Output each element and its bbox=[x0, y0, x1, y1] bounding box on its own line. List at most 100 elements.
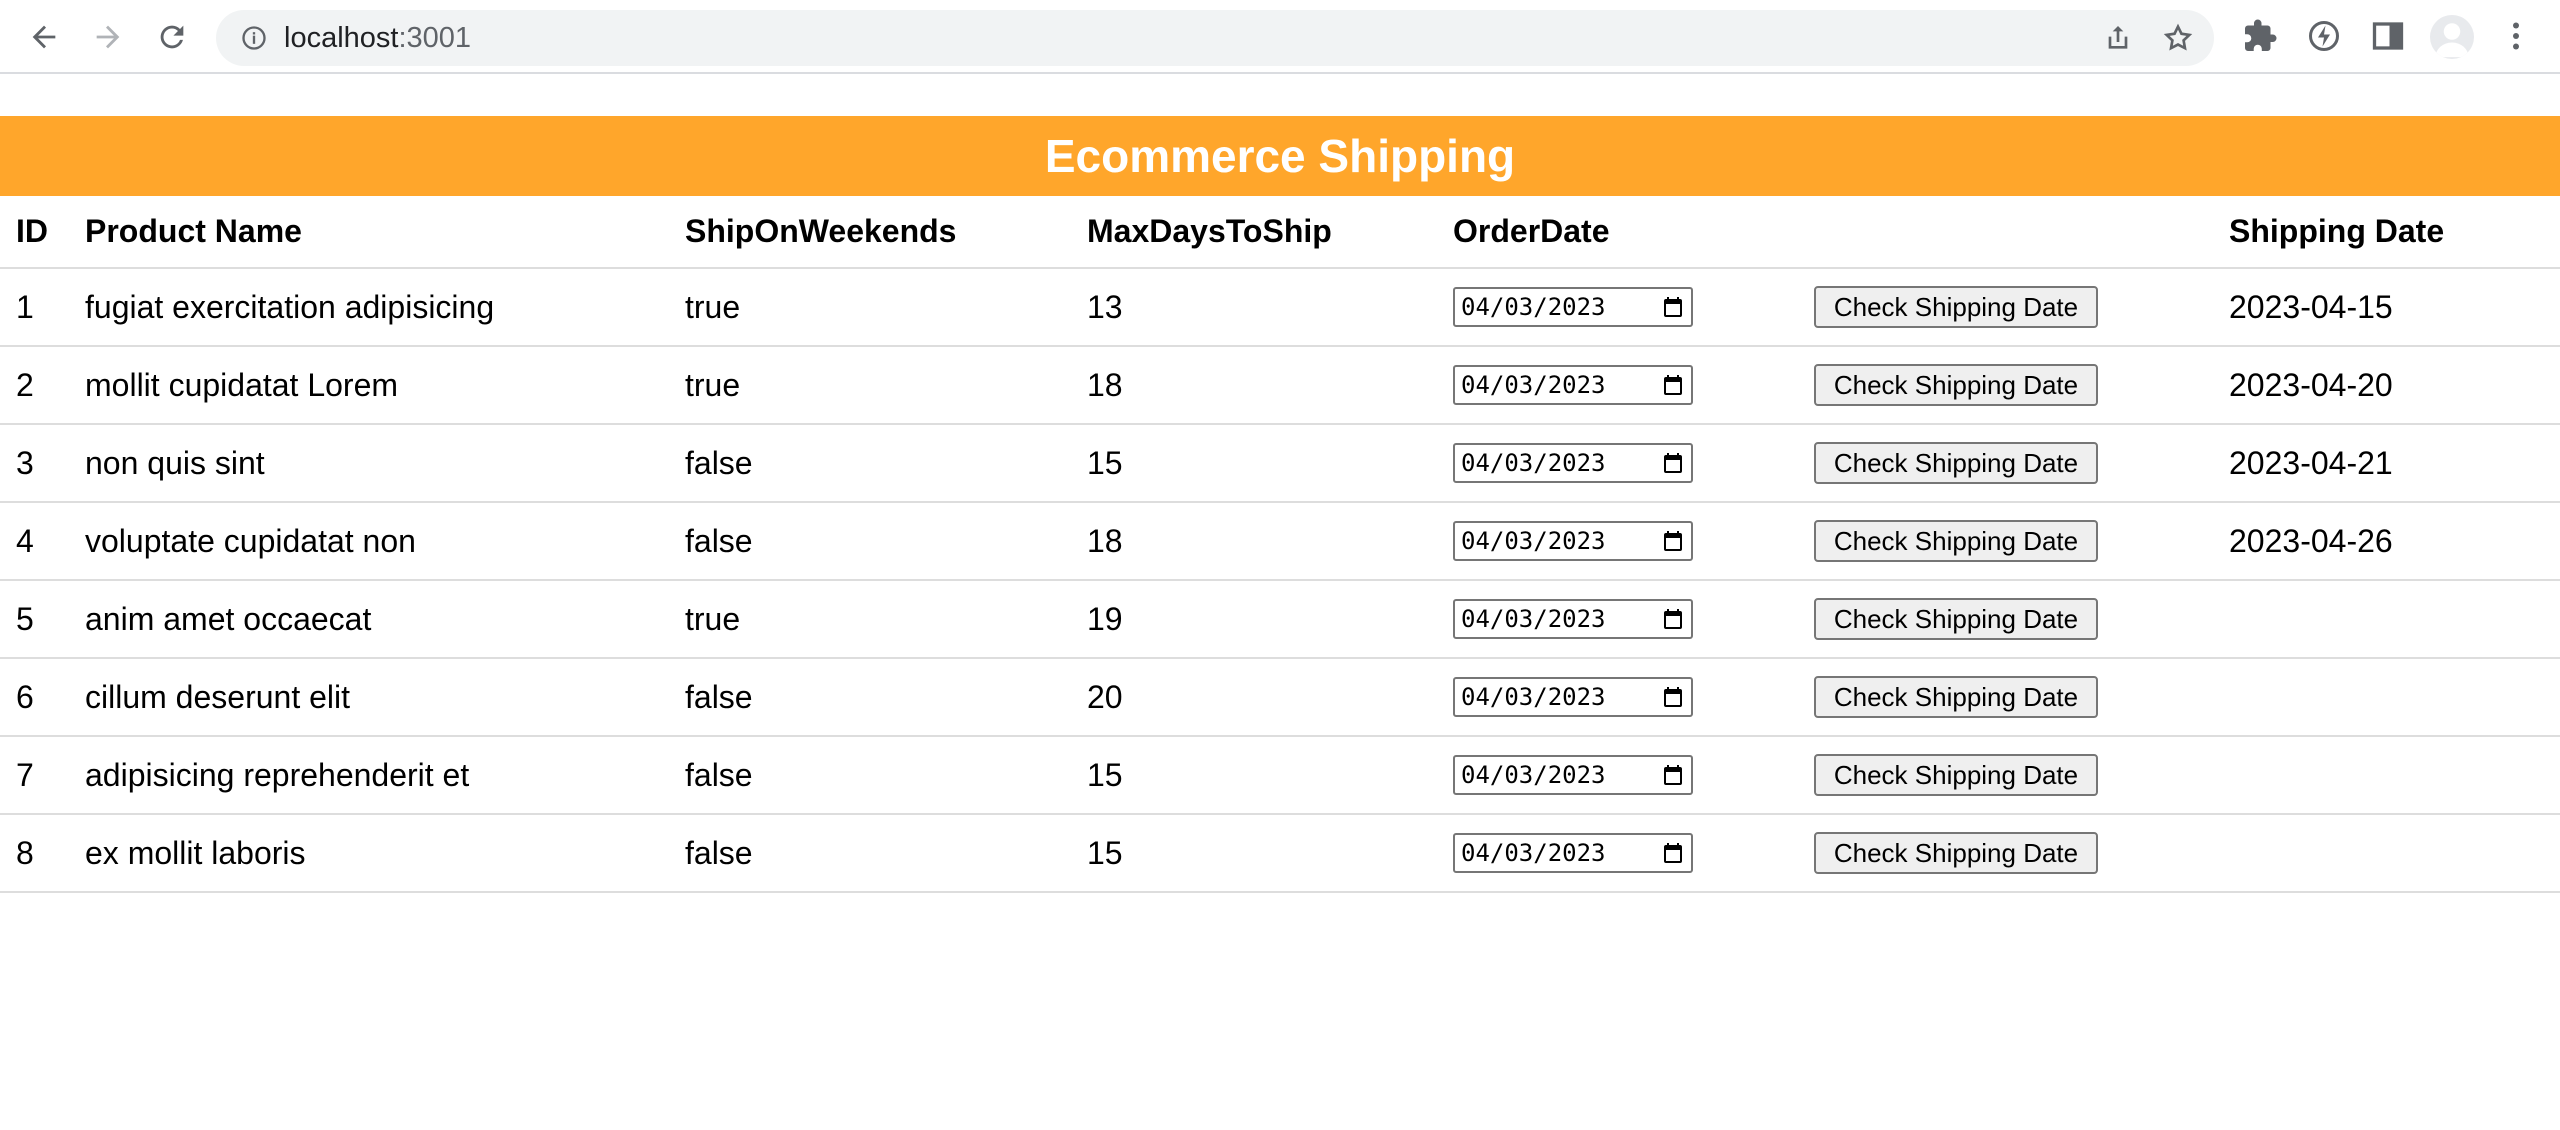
cell-product-name: non quis sint bbox=[85, 424, 685, 503]
cell-action: Check Shipping Date bbox=[1814, 502, 2229, 581]
url-text[interactable]: localhost:3001 bbox=[284, 22, 471, 55]
cell-product-name: fugiat exercitation adipisicing bbox=[85, 268, 685, 347]
info-icon[interactable] bbox=[240, 24, 268, 52]
cell-ship-on-weekends: false bbox=[685, 502, 1087, 581]
cell-ship-on-weekends: true bbox=[685, 346, 1087, 425]
header-shipping-date: Shipping Date bbox=[2229, 196, 2560, 269]
header-action bbox=[1814, 196, 2229, 269]
cell-action: Check Shipping Date bbox=[1814, 580, 2229, 659]
forward-button[interactable] bbox=[86, 15, 130, 59]
order-date-input[interactable]: 04/03/2023 bbox=[1453, 287, 1693, 327]
header-product-name: Product Name bbox=[85, 196, 685, 269]
order-date-value: 04/03/2023 bbox=[1461, 527, 1606, 555]
check-shipping-date-button[interactable]: Check Shipping Date bbox=[1814, 286, 2098, 328]
table-row: 4 voluptate cupidatat non false 18 04/03… bbox=[0, 502, 2560, 581]
cell-shipping-date: 2023-04-15 bbox=[2229, 268, 2560, 347]
order-date-input[interactable]: 04/03/2023 bbox=[1453, 833, 1693, 873]
cell-order-date: 04/03/2023 bbox=[1453, 658, 1814, 737]
table-row: 2 mollit cupidatat Lorem true 18 04/03/2… bbox=[0, 346, 2560, 425]
check-shipping-date-button[interactable]: Check Shipping Date bbox=[1814, 676, 2098, 718]
calendar-icon[interactable] bbox=[1661, 295, 1685, 319]
back-button[interactable] bbox=[22, 15, 66, 59]
check-shipping-date-button[interactable]: Check Shipping Date bbox=[1814, 520, 2098, 562]
cell-shipping-date: 2023-04-20 bbox=[2229, 346, 2560, 425]
share-icon[interactable] bbox=[2102, 22, 2134, 54]
cell-product-name: voluptate cupidatat non bbox=[85, 502, 685, 581]
url-port: :3001 bbox=[398, 22, 472, 54]
cell-max-days-to-ship: 19 bbox=[1087, 580, 1453, 659]
performance-icon[interactable] bbox=[2306, 18, 2342, 54]
side-panel-icon[interactable] bbox=[2370, 18, 2406, 54]
calendar-icon[interactable] bbox=[1661, 529, 1685, 553]
cell-order-date: 04/03/2023 bbox=[1453, 502, 1814, 581]
cell-ship-on-weekends: true bbox=[685, 268, 1087, 347]
order-date-input[interactable]: 04/03/2023 bbox=[1453, 677, 1693, 717]
star-icon[interactable] bbox=[2162, 22, 2194, 54]
cell-action: Check Shipping Date bbox=[1814, 814, 2229, 893]
check-shipping-date-button[interactable]: Check Shipping Date bbox=[1814, 598, 2098, 640]
page-content: Ecommerce Shipping ID Product Name ShipO… bbox=[0, 74, 2560, 893]
check-shipping-date-button[interactable]: Check Shipping Date bbox=[1814, 832, 2098, 874]
calendar-icon[interactable] bbox=[1661, 607, 1685, 631]
header-ship-on-weekends: ShipOnWeekends bbox=[685, 196, 1087, 269]
profile-avatar[interactable] bbox=[2430, 15, 2474, 59]
header-max-days-to-ship: MaxDaysToShip bbox=[1087, 196, 1453, 269]
order-date-value: 04/03/2023 bbox=[1461, 683, 1606, 711]
table-row: 3 non quis sint false 15 04/03/2023 Chec… bbox=[0, 424, 2560, 503]
order-date-input[interactable]: 04/03/2023 bbox=[1453, 365, 1693, 405]
browser-toolbar: localhost:3001 bbox=[0, 0, 2560, 74]
address-bar[interactable]: localhost:3001 bbox=[216, 10, 2214, 66]
check-shipping-date-button[interactable]: Check Shipping Date bbox=[1814, 364, 2098, 406]
cell-order-date: 04/03/2023 bbox=[1453, 580, 1814, 659]
cell-ship-on-weekends: true bbox=[685, 580, 1087, 659]
cell-order-date: 04/03/2023 bbox=[1453, 424, 1814, 503]
calendar-icon[interactable] bbox=[1661, 451, 1685, 475]
check-shipping-date-button[interactable]: Check Shipping Date bbox=[1814, 442, 2098, 484]
cell-action: Check Shipping Date bbox=[1814, 268, 2229, 347]
cell-ship-on-weekends: false bbox=[685, 424, 1087, 503]
reload-button[interactable] bbox=[150, 15, 194, 59]
shipping-table: ID Product Name ShipOnWeekends MaxDaysTo… bbox=[0, 196, 2560, 893]
cell-order-date: 04/03/2023 bbox=[1453, 814, 1814, 893]
order-date-input[interactable]: 04/03/2023 bbox=[1453, 755, 1693, 795]
cell-order-date: 04/03/2023 bbox=[1453, 736, 1814, 815]
calendar-icon[interactable] bbox=[1661, 373, 1685, 397]
calendar-icon[interactable] bbox=[1661, 685, 1685, 709]
order-date-value: 04/03/2023 bbox=[1461, 839, 1606, 867]
cell-max-days-to-ship: 18 bbox=[1087, 502, 1453, 581]
cell-max-days-to-ship: 13 bbox=[1087, 268, 1453, 347]
cell-ship-on-weekends: false bbox=[685, 736, 1087, 815]
cell-product-name: mollit cupidatat Lorem bbox=[85, 346, 685, 425]
calendar-icon[interactable] bbox=[1661, 841, 1685, 865]
extensions-icon[interactable] bbox=[2242, 18, 2278, 54]
check-shipping-date-button[interactable]: Check Shipping Date bbox=[1814, 754, 2098, 796]
cell-id: 3 bbox=[0, 424, 85, 503]
arrow-left-icon bbox=[32, 25, 56, 49]
header-order-date: OrderDate bbox=[1453, 196, 1814, 269]
cell-product-name: cillum deserunt elit bbox=[85, 658, 685, 737]
table-row: 6 cillum deserunt elit false 20 04/03/20… bbox=[0, 658, 2560, 737]
order-date-input[interactable]: 04/03/2023 bbox=[1453, 521, 1693, 561]
order-date-input[interactable]: 04/03/2023 bbox=[1453, 599, 1693, 639]
order-date-input[interactable]: 04/03/2023 bbox=[1453, 443, 1693, 483]
cell-id: 8 bbox=[0, 814, 85, 893]
order-date-value: 04/03/2023 bbox=[1461, 761, 1606, 789]
order-date-value: 04/03/2023 bbox=[1461, 293, 1606, 321]
cell-shipping-date: 2023-04-26 bbox=[2229, 502, 2560, 581]
calendar-icon[interactable] bbox=[1661, 763, 1685, 787]
menu-dots-icon[interactable] bbox=[2498, 18, 2534, 54]
arrow-right-icon bbox=[96, 25, 120, 49]
cell-max-days-to-ship: 15 bbox=[1087, 736, 1453, 815]
cell-product-name: adipisicing reprehenderit et bbox=[85, 736, 685, 815]
table-row: 5 anim amet occaecat true 19 04/03/2023 … bbox=[0, 580, 2560, 659]
table-row: 7 adipisicing reprehenderit et false 15 … bbox=[0, 736, 2560, 815]
cell-shipping-date bbox=[2229, 736, 2560, 815]
cell-action: Check Shipping Date bbox=[1814, 658, 2229, 737]
cell-action: Check Shipping Date bbox=[1814, 424, 2229, 503]
order-date-value: 04/03/2023 bbox=[1461, 605, 1606, 633]
cell-product-name: anim amet occaecat bbox=[85, 580, 685, 659]
avatar-icon bbox=[2435, 23, 2469, 58]
cell-max-days-to-ship: 20 bbox=[1087, 658, 1453, 737]
cell-max-days-to-ship: 15 bbox=[1087, 424, 1453, 503]
cell-max-days-to-ship: 15 bbox=[1087, 814, 1453, 893]
